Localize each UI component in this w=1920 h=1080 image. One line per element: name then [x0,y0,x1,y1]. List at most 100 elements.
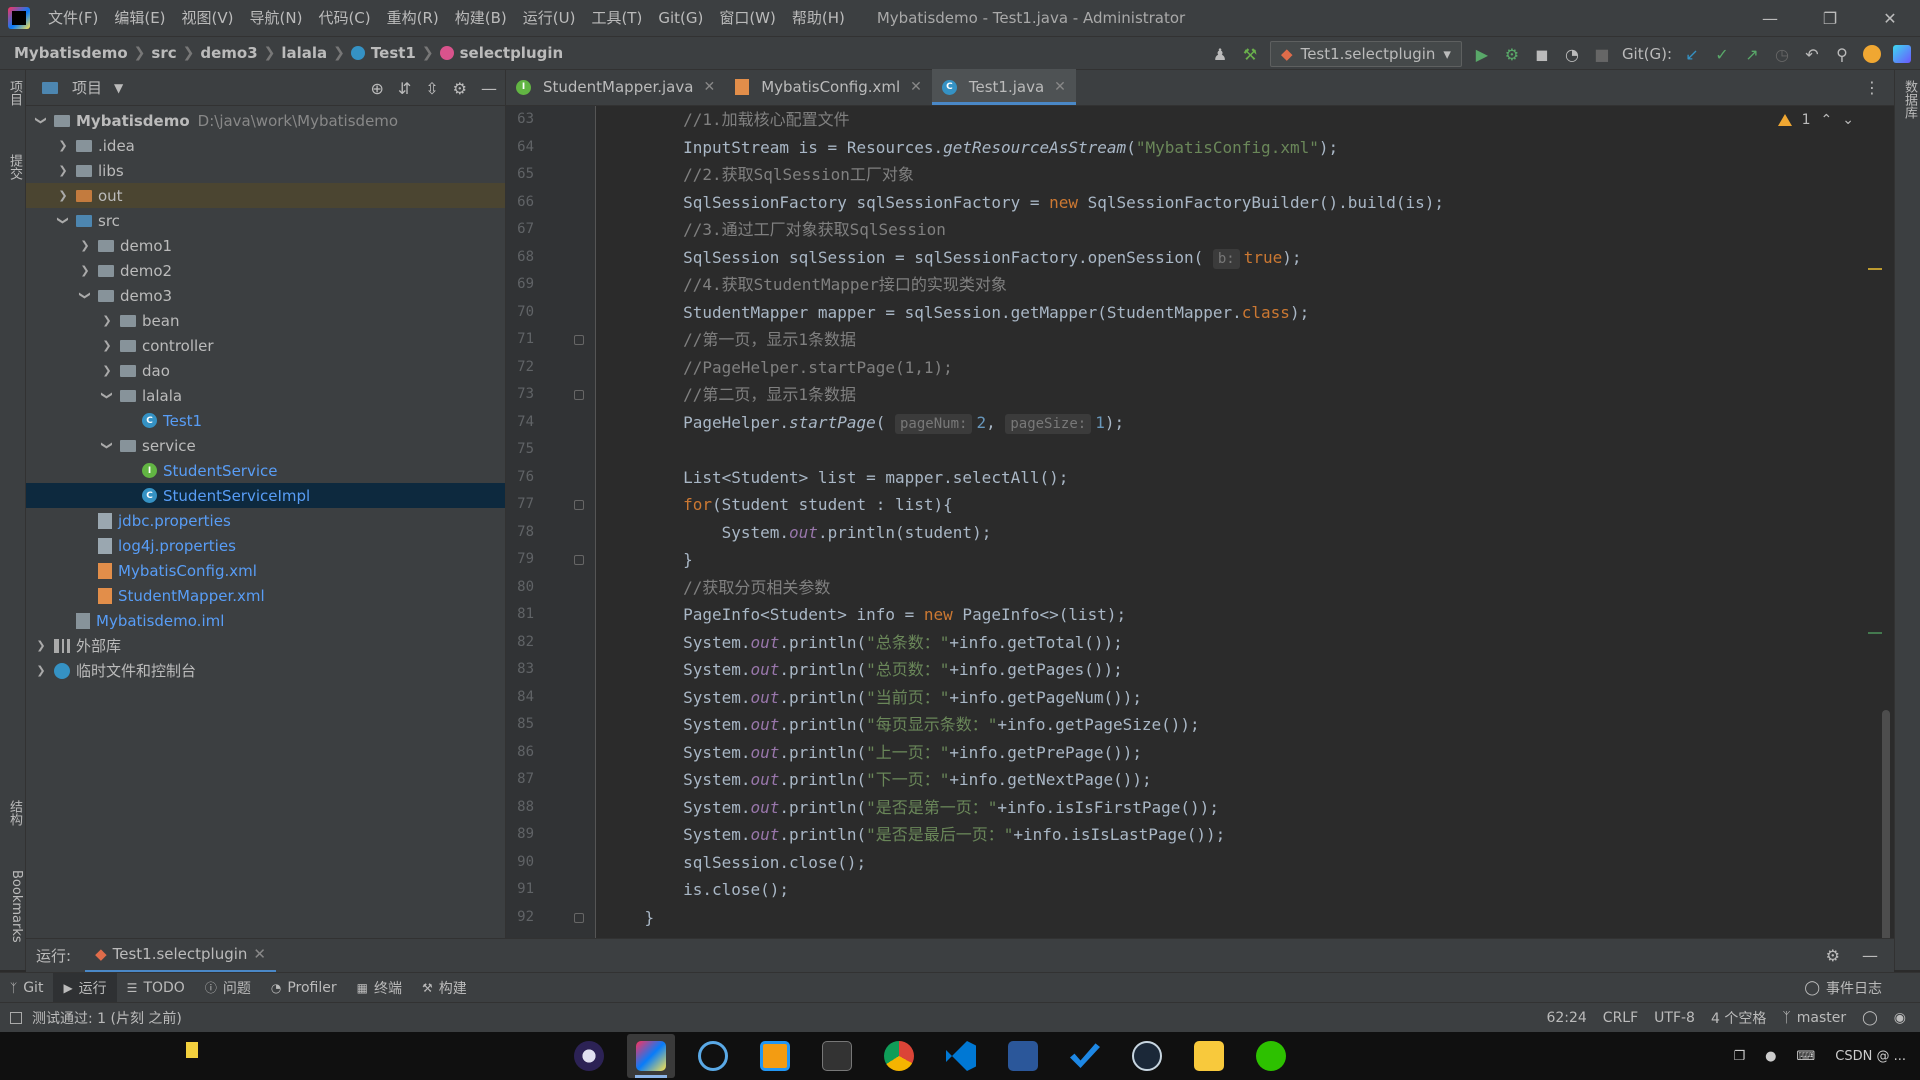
search-icon[interactable]: ⚲ [1832,44,1852,64]
menu-item-11[interactable]: 帮助(H) [784,0,853,36]
tool-tab[interactable]: ◔ Profiler [261,973,347,1003]
code-line[interactable]: } [606,546,693,574]
code-line[interactable]: InputStream is = Resources.getResourceAs… [606,134,1338,162]
code-line[interactable]: System.out.println("总条数："+info.getTotal(… [606,629,1123,657]
code-line[interactable]: SqlSessionFactory sqlSessionFactory = ne… [606,189,1444,217]
tree-item[interactable]: ❯ demo2 [26,258,505,283]
editor-scrollbar[interactable] [1882,710,1890,950]
line-number[interactable]: 79 [506,546,534,574]
code-line[interactable]: System.out.println("当前页："+info.getPageNu… [606,684,1142,712]
update-icon[interactable] [1862,44,1882,64]
menu-item-7[interactable]: 运行(U) [515,0,584,36]
line-number[interactable]: 75 [506,436,534,464]
minimize-icon[interactable]: — [1740,0,1800,36]
sticky-note-icon[interactable] [186,1042,198,1058]
chrome-icon[interactable] [875,1034,923,1078]
tool-tab[interactable]: ᛉ Git [0,973,53,1003]
ime-icon[interactable]: ⌨ [1797,1049,1816,1064]
code-line[interactable]: System.out.println("是否是最后一页："+info.isIsL… [606,821,1225,849]
commit-tool-tab[interactable]: 提交 [2,154,24,180]
chevron-right-icon[interactable]: ❯ [56,164,70,177]
close-icon[interactable]: ✕ [1054,79,1066,95]
tree-item[interactable]: ❯ Mybatisdemo D:\java\work\Mybatisdemo [26,108,505,133]
git-branch[interactable]: master [1797,1010,1846,1026]
line-number[interactable]: 80 [506,574,534,602]
lock-icon[interactable]: ◯ [1862,1010,1878,1026]
tree-item[interactable]: C StudentServiceImpl [26,483,505,508]
editor-tab[interactable]: MybatisConfig.xml ✕ [725,69,932,105]
tree-item[interactable]: jdbc.properties [26,508,505,533]
close-icon[interactable]: ✕ [253,945,266,963]
code-line[interactable]: System.out.println("每页显示条数："+info.getPag… [606,711,1200,739]
menu-item-4[interactable]: 代码(C) [310,0,378,36]
line-number[interactable]: 81 [506,601,534,629]
code-line[interactable]: System.out.println("下一页："+info.getNextPa… [606,766,1152,794]
tool-tab[interactable]: ⓘ 问题 [195,973,261,1003]
menu-item-5[interactable]: 重构(R) [379,0,447,36]
file-explorer-icon[interactable] [1185,1034,1233,1078]
collapse-all-icon[interactable]: ⇳ [425,79,438,98]
fold-marker-icon[interactable] [574,555,584,565]
run-icon[interactable]: ▶ [1472,44,1492,64]
tree-item[interactable]: log4j.properties [26,533,505,558]
line-number[interactable]: 73 [506,381,534,409]
line-number[interactable]: 91 [506,876,534,904]
line-number[interactable]: 68 [506,244,534,272]
chevron-right-icon[interactable]: ❯ [100,339,114,352]
line-number[interactable]: 92 [506,904,534,932]
chevron-up-icon[interactable]: ⌃ [1821,112,1833,128]
coverage-icon[interactable]: ◼ [1532,44,1552,64]
notifications-icon[interactable]: ◉ [1894,1010,1906,1026]
line-number[interactable]: 64 [506,134,534,162]
line-number[interactable]: 85 [506,711,534,739]
caret-position[interactable]: 62:24 [1546,1010,1586,1026]
chevron-down-icon[interactable]: ❯ [57,214,70,228]
code-line[interactable]: PageHelper.startPage( pageNum: 2, pageSiz… [606,409,1124,437]
word-icon[interactable] [999,1034,1047,1078]
tree-item[interactable]: StudentMapper.xml [26,583,505,608]
code-line[interactable]: //4.获取StudentMapper接口的实现类对象 [606,271,1007,299]
run-configuration-select[interactable]: ◆ Test1.selectplugin ▾ [1270,41,1462,67]
line-number[interactable]: 89 [506,821,534,849]
hide-icon[interactable]: — [1862,946,1878,965]
fold-marker-icon[interactable] [574,390,584,400]
fold-marker-icon[interactable] [574,500,584,510]
code-line[interactable]: } [606,904,655,932]
chevron-down-icon[interactable]: ▼ [114,81,123,95]
menu-item-1[interactable]: 编辑(E) [106,0,173,36]
tool-tab[interactable]: ☰ TODO [117,973,195,1003]
file-encoding[interactable]: UTF-8 [1654,1010,1695,1026]
line-number[interactable]: 70 [506,299,534,327]
chevron-right-icon[interactable]: ❯ [100,314,114,327]
breadcrumb-part-lalala[interactable]: lalala [281,44,327,62]
code-line[interactable]: System.out.println("上一页："+info.getPrePag… [606,739,1142,767]
git-update-icon[interactable]: ↙ [1682,44,1702,64]
intellij-logo-icon[interactable] [8,7,30,29]
status-toggle-icon[interactable] [10,1011,22,1024]
tree-item[interactable]: C Test1 [26,408,505,433]
code-line[interactable]: //第一页，显示1条数据 [606,326,856,354]
gear-icon[interactable]: ⚙ [453,79,467,98]
line-number[interactable]: 67 [506,216,534,244]
status-message[interactable]: 测试通过: 1 (片刻 之前) [32,1008,182,1028]
chevron-down-icon[interactable]: ❯ [101,439,114,453]
line-number[interactable]: 90 [506,849,534,877]
tree-item[interactable]: ❯ service [26,433,505,458]
code-line[interactable]: //2.获取SqlSession工厂对象 [606,161,914,189]
task-view-icon[interactable]: ❐ [1734,1049,1746,1064]
line-number[interactable]: 71 [506,326,534,354]
tool-tab[interactable]: ▶ 运行 [53,972,117,1003]
todo-icon[interactable] [1061,1034,1109,1078]
chevron-down-icon[interactable]: ❯ [101,389,114,403]
line-number[interactable]: 69 [506,271,534,299]
jetbrains-toolbox-icon[interactable] [1892,44,1912,64]
line-number[interactable]: 65 [506,161,534,189]
close-icon[interactable]: ✕ [703,79,715,95]
tree-item[interactable]: ❯ libs [26,158,505,183]
line-number[interactable]: 84 [506,684,534,712]
event-log-tab[interactable]: ◯ 事件日志 [1804,973,1882,1003]
breadcrumb-method[interactable]: selectplugin [460,44,564,62]
code-line[interactable]: SqlSession sqlSession = sqlSessionFactor… [606,244,1302,272]
chevron-down-icon[interactable]: ❯ [79,289,92,303]
tree-item[interactable]: I StudentService [26,458,505,483]
